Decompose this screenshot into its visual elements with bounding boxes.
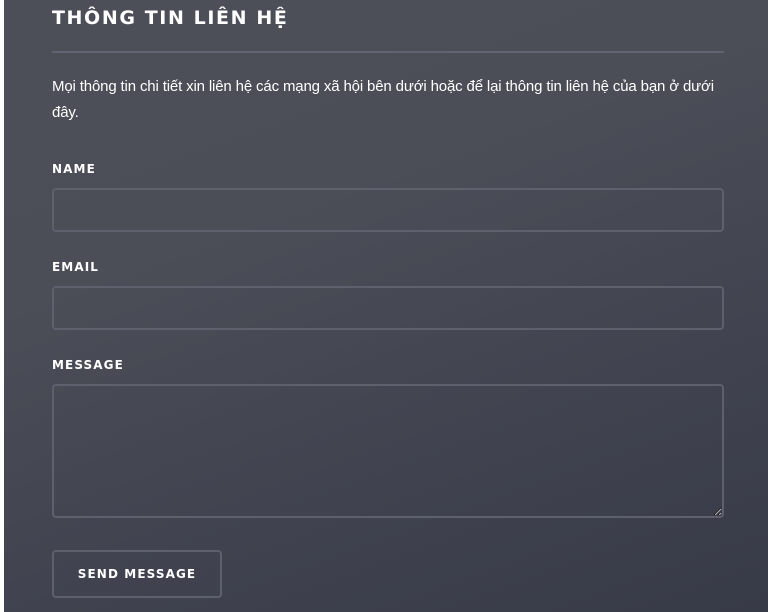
name-label: NAME	[52, 162, 96, 176]
email-label: EMAIL	[52, 260, 100, 274]
send-message-button[interactable]: SEND MESSAGE	[52, 550, 222, 598]
section-title: THÔNG TIN LIÊN HỆ	[52, 7, 289, 29]
message-field[interactable]	[52, 384, 724, 518]
message-label: MESSAGE	[52, 358, 124, 372]
contact-section: THÔNG TIN LIÊN HỆ Mọi thông tin chi tiết…	[4, 0, 768, 612]
name-field[interactable]	[52, 188, 724, 232]
intro-text: Mọi thông tin chi tiết xin liên hệ các m…	[52, 78, 714, 121]
title-divider	[52, 51, 724, 53]
email-field[interactable]	[52, 286, 724, 330]
